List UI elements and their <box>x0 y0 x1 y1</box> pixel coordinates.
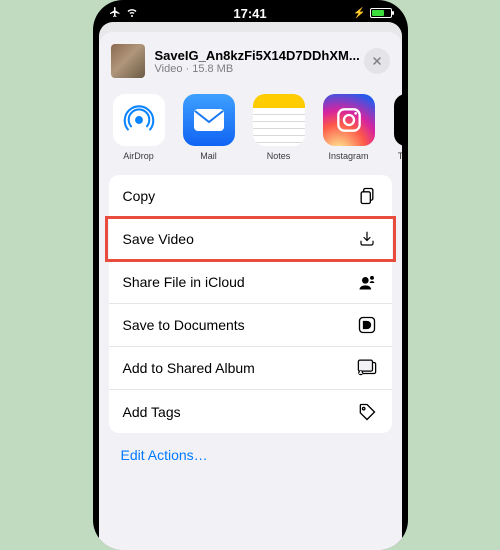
app-more[interactable]: T <box>391 94 402 161</box>
battery-icon <box>370 8 392 18</box>
app-mail[interactable]: Mail <box>181 94 237 161</box>
status-time: 17:41 <box>93 6 408 21</box>
action-label: Save to Documents <box>123 317 245 333</box>
app-notes[interactable]: Notes <box>251 94 307 161</box>
notes-icon <box>253 94 305 146</box>
tag-icon <box>356 402 378 422</box>
app-label: AirDrop <box>123 151 154 161</box>
more-app-icon <box>394 94 402 146</box>
download-icon <box>356 230 378 248</box>
app-label: Notes <box>267 151 291 161</box>
share-apps-row: AirDrop Mail Notes <box>99 88 402 175</box>
action-label: Save Video <box>123 231 194 247</box>
icloud-share-icon <box>356 272 378 292</box>
action-add-tags[interactable]: Add Tags <box>109 390 392 433</box>
app-airdrop[interactable]: AirDrop <box>111 94 167 161</box>
file-meta: Video · 15.8 MB <box>155 63 364 75</box>
close-button[interactable] <box>364 48 390 74</box>
action-save-documents[interactable]: Save to Documents <box>109 304 392 347</box>
instagram-icon <box>323 94 375 146</box>
actions-list: Copy Save Video Share File in iCloud S <box>109 175 392 433</box>
app-label: Instagram <box>328 151 368 161</box>
shared-album-icon <box>356 359 378 377</box>
action-label: Add Tags <box>123 404 181 420</box>
file-header: SaveIG_An8kzFi5X14D7DDhXM... Video · 15.… <box>99 42 402 88</box>
share-sheet: SaveIG_An8kzFi5X14D7DDhXM... Video · 15.… <box>99 32 402 550</box>
action-add-shared-album[interactable]: Add to Shared Album <box>109 347 392 390</box>
action-label: Share File in iCloud <box>123 274 245 290</box>
action-save-video[interactable]: Save Video <box>109 218 392 261</box>
action-copy[interactable]: Copy <box>109 175 392 218</box>
airdrop-icon <box>113 94 165 146</box>
documents-icon <box>356 315 378 335</box>
app-instagram[interactable]: Instagram <box>321 94 377 161</box>
app-label: Mail <box>200 151 217 161</box>
mail-icon <box>183 94 235 146</box>
close-icon <box>371 55 383 67</box>
edit-actions-link[interactable]: Edit Actions… <box>99 433 402 463</box>
copy-icon <box>356 186 378 206</box>
action-share-icloud[interactable]: Share File in iCloud <box>109 261 392 304</box>
phone-frame: 17:41 ⚡ SaveIG_An8kzFi5X14D7DDhXM... Vid… <box>93 0 408 550</box>
file-thumbnail <box>111 44 145 78</box>
file-name: SaveIG_An8kzFi5X14D7DDhXM... <box>155 48 364 63</box>
action-label: Copy <box>123 188 156 204</box>
app-label: T <box>398 151 402 161</box>
action-label: Add to Shared Album <box>123 360 255 376</box>
